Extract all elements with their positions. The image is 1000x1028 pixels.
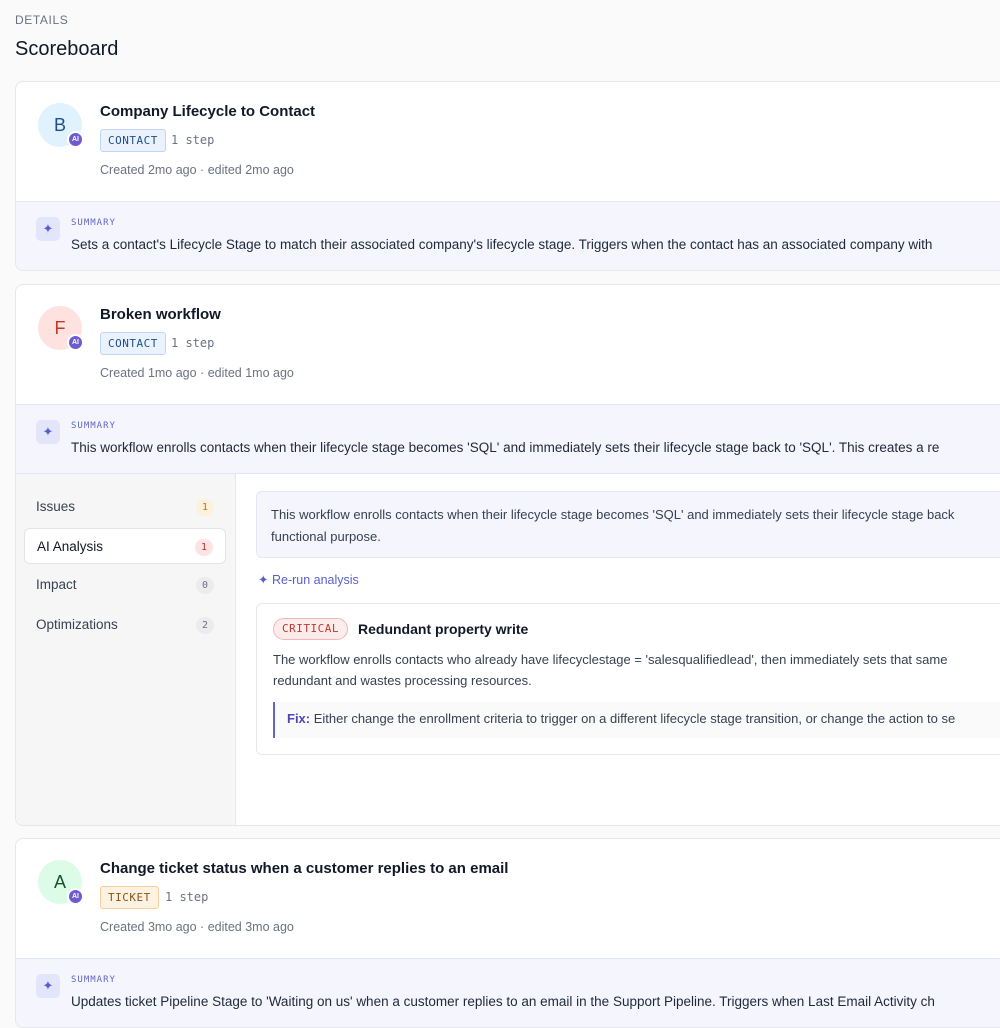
finding-desc-line: The workflow enrolls contacts who alread… (273, 652, 948, 667)
sparkle-icon: ✦ (36, 420, 60, 444)
ai-badge: AI (67, 131, 84, 148)
fix-text: Either change the enrollment criteria to… (313, 711, 956, 726)
analysis-main: This workflow enrolls contacts when thei… (236, 474, 1000, 825)
tab-label: Impact (36, 577, 77, 592)
page-title: Scoreboard (15, 38, 119, 60)
tab-label: AI Analysis (37, 539, 104, 554)
ai-badge: AI (67, 334, 84, 351)
rerun-label: Re-run analysis (271, 573, 359, 587)
step-count: 1 step (165, 890, 209, 904)
workflow-meta: Created 1mo ago · edited 1mo ago (100, 366, 294, 380)
analysis-panel: Issues 1 AI Analysis 1 Impact 0 Optimiza… (16, 473, 1000, 825)
object-tag: CONTACT (100, 332, 166, 355)
tab-issues[interactable]: Issues 1 (24, 489, 226, 525)
step-count: 1 step (171, 336, 215, 350)
finding-title: Redundant property write (358, 621, 529, 637)
workflow-title[interactable]: Change ticket status when a customer rep… (100, 860, 508, 877)
object-tag: CONTACT (100, 129, 166, 152)
summary-label: SUMMARY (71, 975, 116, 985)
count-badge: 2 (196, 617, 214, 634)
rerun-analysis-button[interactable]: ✦ Re-run analysis (258, 572, 359, 587)
tab-label: Issues (36, 499, 76, 514)
ai-summary-line: functional purpose. (271, 529, 381, 544)
analysis-sidebar: Issues 1 AI Analysis 1 Impact 0 Optimiza… (16, 474, 236, 825)
tab-ai-analysis[interactable]: AI Analysis 1 (24, 528, 226, 564)
summary-panel: ✦ SUMMARY Updates ticket Pipeline Stage … (16, 958, 1000, 1027)
tab-label: Optimizations (36, 617, 118, 632)
fix-callout: Fix: Either change the enrollment criter… (273, 702, 1000, 738)
sparkle-icon: ✦ (36, 217, 60, 241)
summary-text: Updates ticket Pipeline Stage to 'Waitin… (71, 994, 935, 1009)
object-tag: TICKET (100, 886, 159, 909)
workflow-title[interactable]: Broken workflow (100, 306, 221, 323)
summary-text: This workflow enrolls contacts when thei… (71, 440, 940, 455)
ai-summary-box: This workflow enrolls contacts when thei… (256, 491, 1000, 558)
workflow-header[interactable]: F AI Broken workflow CONTACT 1 step Crea… (16, 285, 1000, 404)
severity-badge: CRITICAL (273, 618, 348, 640)
summary-label: SUMMARY (71, 218, 116, 228)
sparkle-icon: ✦ (258, 573, 269, 587)
workflow-card[interactable]: F AI Broken workflow CONTACT 1 step Crea… (15, 284, 1000, 826)
count-badge: 0 (196, 577, 214, 594)
summary-panel: ✦ SUMMARY Sets a contact's Lifecycle Sta… (16, 201, 1000, 270)
workflow-header[interactable]: B AI Company Lifecycle to Contact CONTAC… (16, 82, 1000, 201)
tab-optimizations[interactable]: Optimizations 2 (24, 607, 226, 643)
tab-impact[interactable]: Impact 0 (24, 567, 226, 603)
step-count: 1 step (171, 133, 215, 147)
sparkle-icon: ✦ (36, 974, 60, 998)
workflow-header[interactable]: A AI Change ticket status when a custome… (16, 839, 1000, 958)
summary-panel: ✦ SUMMARY This workflow enrolls contacts… (16, 404, 1000, 473)
finding-card: CRITICAL Redundant property write The wo… (256, 603, 1000, 755)
workflow-meta: Created 3mo ago · edited 3mo ago (100, 920, 294, 934)
ai-badge: AI (67, 888, 84, 905)
workflow-meta: Created 2mo ago · edited 2mo ago (100, 163, 294, 177)
count-badge: 1 (195, 539, 213, 556)
ai-summary-line: This workflow enrolls contacts when thei… (271, 507, 955, 522)
fix-label: Fix: (287, 711, 311, 726)
summary-label: SUMMARY (71, 421, 116, 431)
summary-text: Sets a contact's Lifecycle Stage to matc… (71, 237, 933, 252)
workflow-title[interactable]: Company Lifecycle to Contact (100, 103, 315, 120)
eyebrow: DETAILS (15, 13, 69, 27)
finding-desc-line: redundant and wastes processing resource… (273, 673, 532, 688)
workflow-card[interactable]: B AI Company Lifecycle to Contact CONTAC… (15, 81, 1000, 271)
finding-description: The workflow enrolls contacts who alread… (273, 649, 1000, 691)
count-badge: 1 (196, 499, 214, 516)
